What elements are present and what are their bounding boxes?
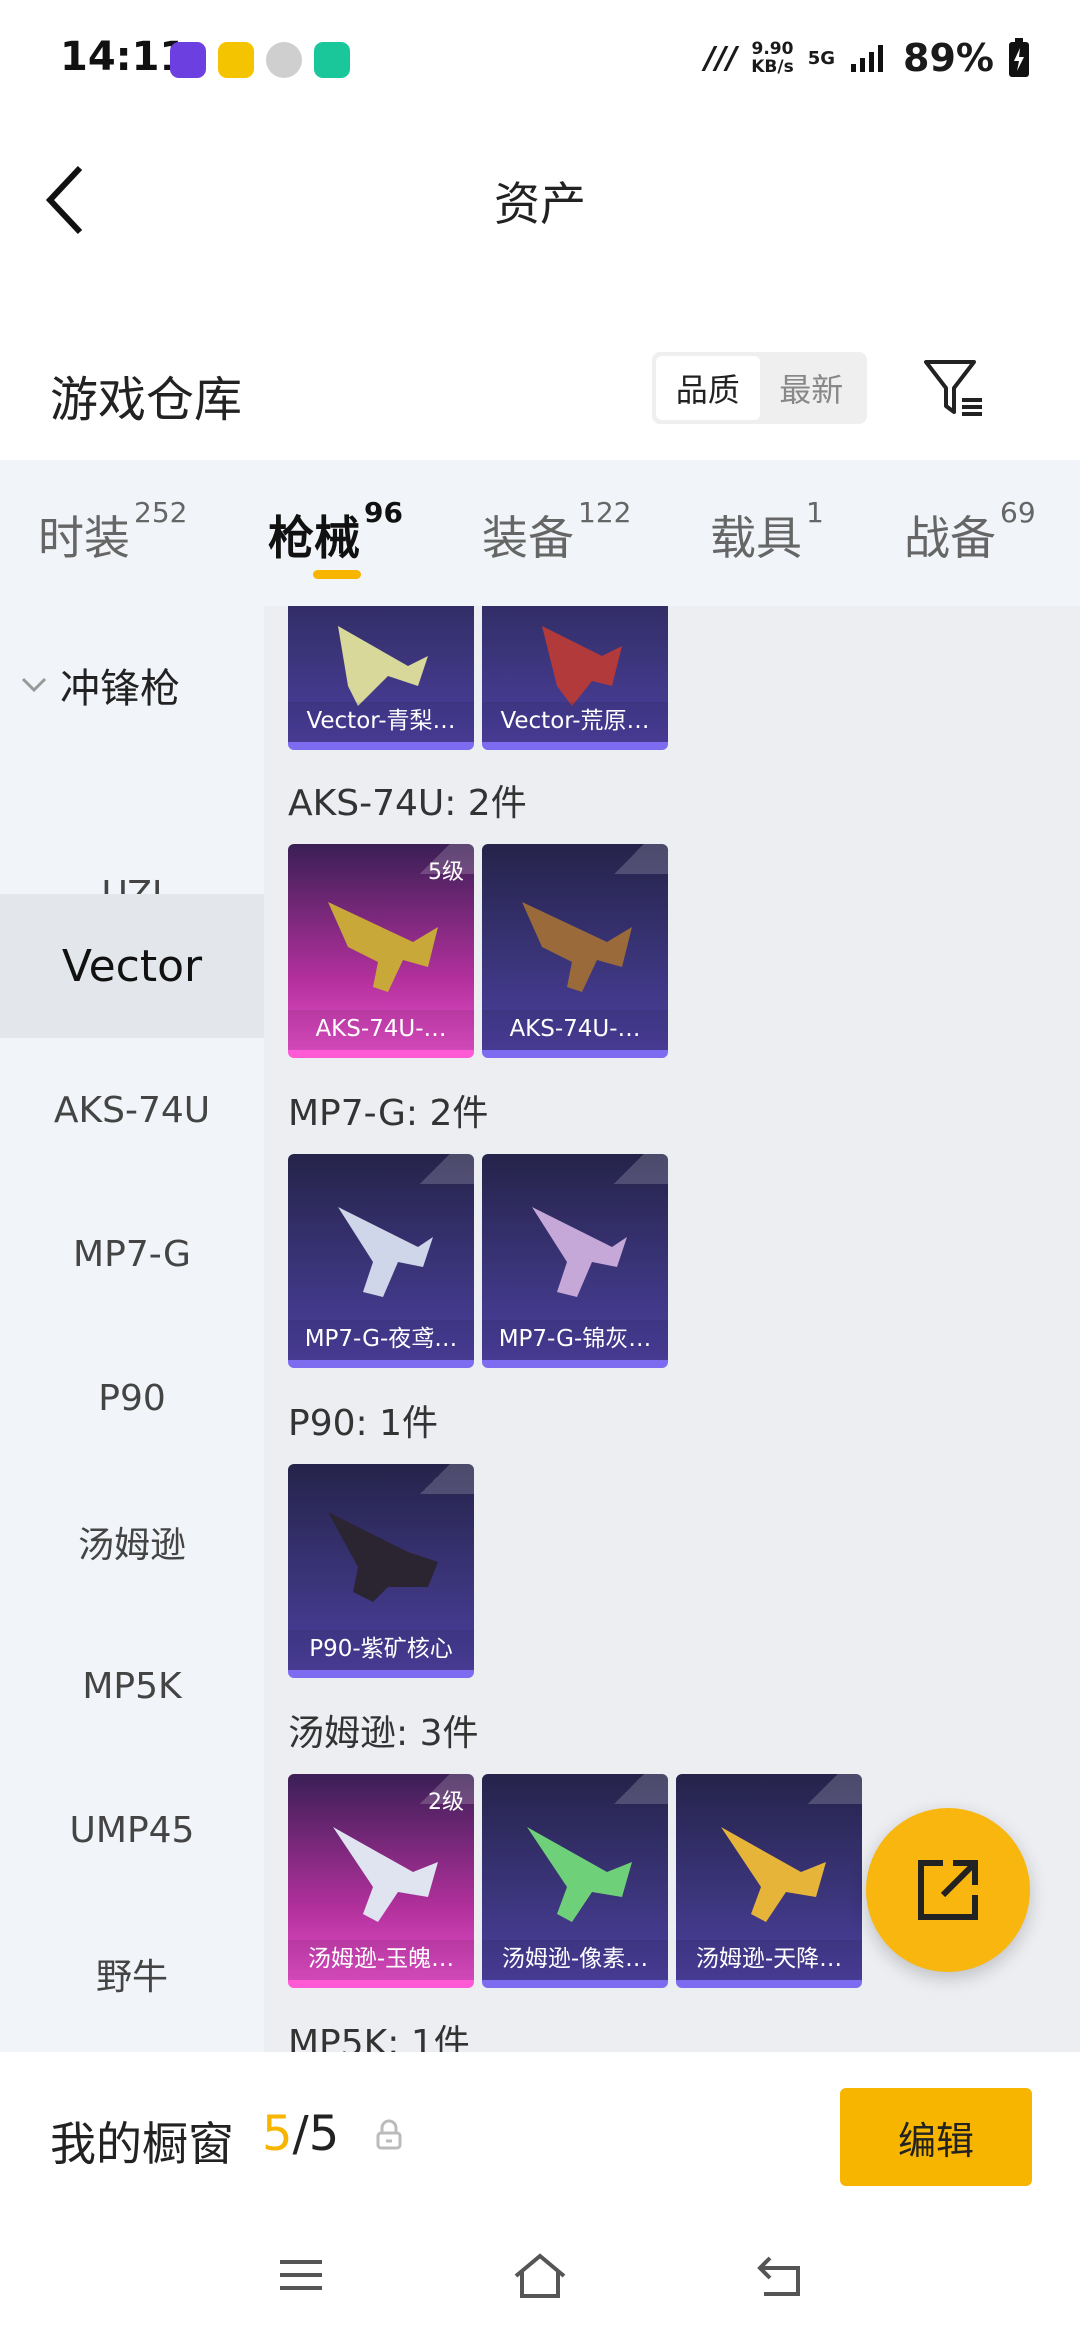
signal-bars-icon <box>851 45 884 72</box>
weapon-image-icon <box>721 1827 826 1922</box>
filter-button[interactable] <box>922 356 986 420</box>
home-icon[interactable] <box>512 2250 568 2300</box>
status-right: /// 9.90 KB/s 5G 89% <box>704 36 1030 80</box>
group-label: P90: 1件 <box>288 1403 438 1444</box>
sort-quality-button[interactable]: 品质 <box>656 356 760 420</box>
menu-icon[interactable] <box>276 2250 326 2300</box>
card-shine <box>414 1154 474 1184</box>
weapon-card-name: 汤姆逊-玉魄… <box>288 1940 474 1980</box>
card-shine <box>414 1464 474 1494</box>
weapon-card[interactable]: Vector-青梨… <box>288 606 474 750</box>
weapon-card[interactable]: 5级 AKS-74U-… <box>288 844 474 1058</box>
weapon-card-name: P90-紫矿核心 <box>288 1630 474 1670</box>
sidebar-item-ump45[interactable]: UMP45 <box>0 1758 264 1902</box>
status-bar: 14:11 /// 9.90 KB/s 5G 89% <box>0 0 1080 124</box>
tab-fashion[interactable]: 时装 252 <box>38 496 187 568</box>
battery-charging-icon <box>1009 38 1029 77</box>
weapon-card-name: Vector-荒原… <box>482 702 668 742</box>
group-label: AKS-74U: 2件 <box>288 783 527 824</box>
showcase-count: 5/5 <box>262 2106 340 2162</box>
weapon-image-icon <box>522 902 632 992</box>
filter-icon <box>924 360 982 416</box>
showcase-label: 我的橱窗 <box>50 2117 234 2171</box>
weapon-card-name: 汤姆逊-像素… <box>482 1940 668 1980</box>
card-shine <box>608 844 668 874</box>
sidebar-item-aks74u[interactable]: AKS-74U <box>0 1038 264 1182</box>
app-notification-icon <box>170 42 206 78</box>
tab-supplies[interactable]: 战备 69 <box>904 496 1036 568</box>
share-icon <box>918 1860 978 1920</box>
weapon-card[interactable]: 汤姆逊-像素… <box>482 1774 668 1988</box>
signal-style-icon: /// <box>704 40 738 76</box>
weapon-card[interactable]: MP7-G-夜鸢… <box>288 1154 474 1368</box>
weapon-card-name: AKS-74U-… <box>288 1010 474 1050</box>
weapon-image-icon <box>333 1827 438 1922</box>
weapon-card[interactable]: 2级 汤姆逊-玉魄… <box>288 1774 474 1988</box>
card-shine <box>802 1774 862 1804</box>
weapon-image-icon <box>328 1512 438 1602</box>
share-button[interactable] <box>866 1808 1030 1972</box>
tab-vehicles[interactable]: 载具 1 <box>710 496 824 568</box>
status-time: 14:11 <box>60 34 188 80</box>
sidebar-item-mp5k[interactable]: MP5K <box>0 1614 264 1758</box>
weapon-card-name: MP7-G-夜鸢… <box>288 1320 474 1360</box>
weapon-card[interactable]: 汤姆逊-天降… <box>676 1774 862 1988</box>
weapon-image-icon <box>338 1207 433 1297</box>
group-label: 汤姆逊: 3件 <box>288 1713 479 1754</box>
section-title: 游戏仓库 <box>50 372 243 428</box>
weapon-card[interactable]: AKS-74U-… <box>482 844 668 1058</box>
category-tabs: 时装 252 枪械 96 装备 122 载具 1 战备 69 <box>0 460 1080 606</box>
showcase-bar: 我的橱窗 5/5 编辑 <box>0 2052 1080 2222</box>
settings-notification-icon <box>266 42 302 78</box>
weapon-card[interactable]: Vector-荒原… <box>482 606 668 750</box>
weapon-image-icon <box>532 1207 627 1297</box>
app-notification-icon <box>314 42 350 78</box>
card-shine <box>608 1774 668 1804</box>
sidebar-item-p90[interactable]: P90 <box>0 1326 264 1470</box>
weapon-image-icon <box>328 902 438 992</box>
sort-newest-button[interactable]: 最新 <box>760 356 864 420</box>
weapon-card-name: MP7-G-锦灰… <box>482 1320 668 1360</box>
lock-icon <box>376 2119 402 2150</box>
weapon-sidebar: 冲锋枪 UZI Vector AKS-74U MP7-G P90 汤姆逊 MP5… <box>0 606 264 2052</box>
sort-toggle: 品质 最新 <box>652 352 867 424</box>
sidebar-group-smg[interactable]: 冲锋枪 <box>20 656 180 714</box>
chevron-down-icon <box>21 677 47 693</box>
weapon-card[interactable]: MP7-G-锦灰… <box>482 1154 668 1368</box>
weapon-card-name: 汤姆逊-天降… <box>676 1940 862 1980</box>
app-notification-icon <box>218 42 254 78</box>
weapon-image-icon <box>527 1827 632 1922</box>
network-type: 5G <box>807 47 836 69</box>
sidebar-item-vector[interactable]: Vector <box>0 894 264 1038</box>
group-label: MP5K: 1件 <box>288 2023 470 2052</box>
page-title: 资产 <box>494 177 586 231</box>
sidebar-item-thompson[interactable]: 汤姆逊 <box>0 1470 264 1614</box>
battery-percent: 89% <box>903 36 994 80</box>
back-nav-icon[interactable] <box>754 2250 806 2300</box>
sidebar-item-mp7g[interactable]: MP7-G <box>0 1182 264 1326</box>
status-app-icons <box>170 42 350 78</box>
group-label: MP7-G: 2件 <box>288 1093 489 1134</box>
tab-equipment[interactable]: 装备 122 <box>482 496 631 568</box>
card-shine <box>608 1154 668 1184</box>
weapon-card-name: Vector-青梨… <box>288 702 474 742</box>
tab-guns[interactable]: 枪械 96 <box>268 496 403 568</box>
system-nav-bar <box>0 2222 1080 2344</box>
sidebar-item-bison[interactable]: 野牛 <box>0 1902 264 2046</box>
tab-active-indicator <box>313 570 361 579</box>
weapon-card-name: AKS-74U-… <box>482 1010 668 1050</box>
weapon-card[interactable]: P90-紫矿核心 <box>288 1464 474 1678</box>
network-speed: 9.90 KB/s <box>751 39 794 77</box>
edit-button[interactable]: 编辑 <box>840 2088 1032 2186</box>
